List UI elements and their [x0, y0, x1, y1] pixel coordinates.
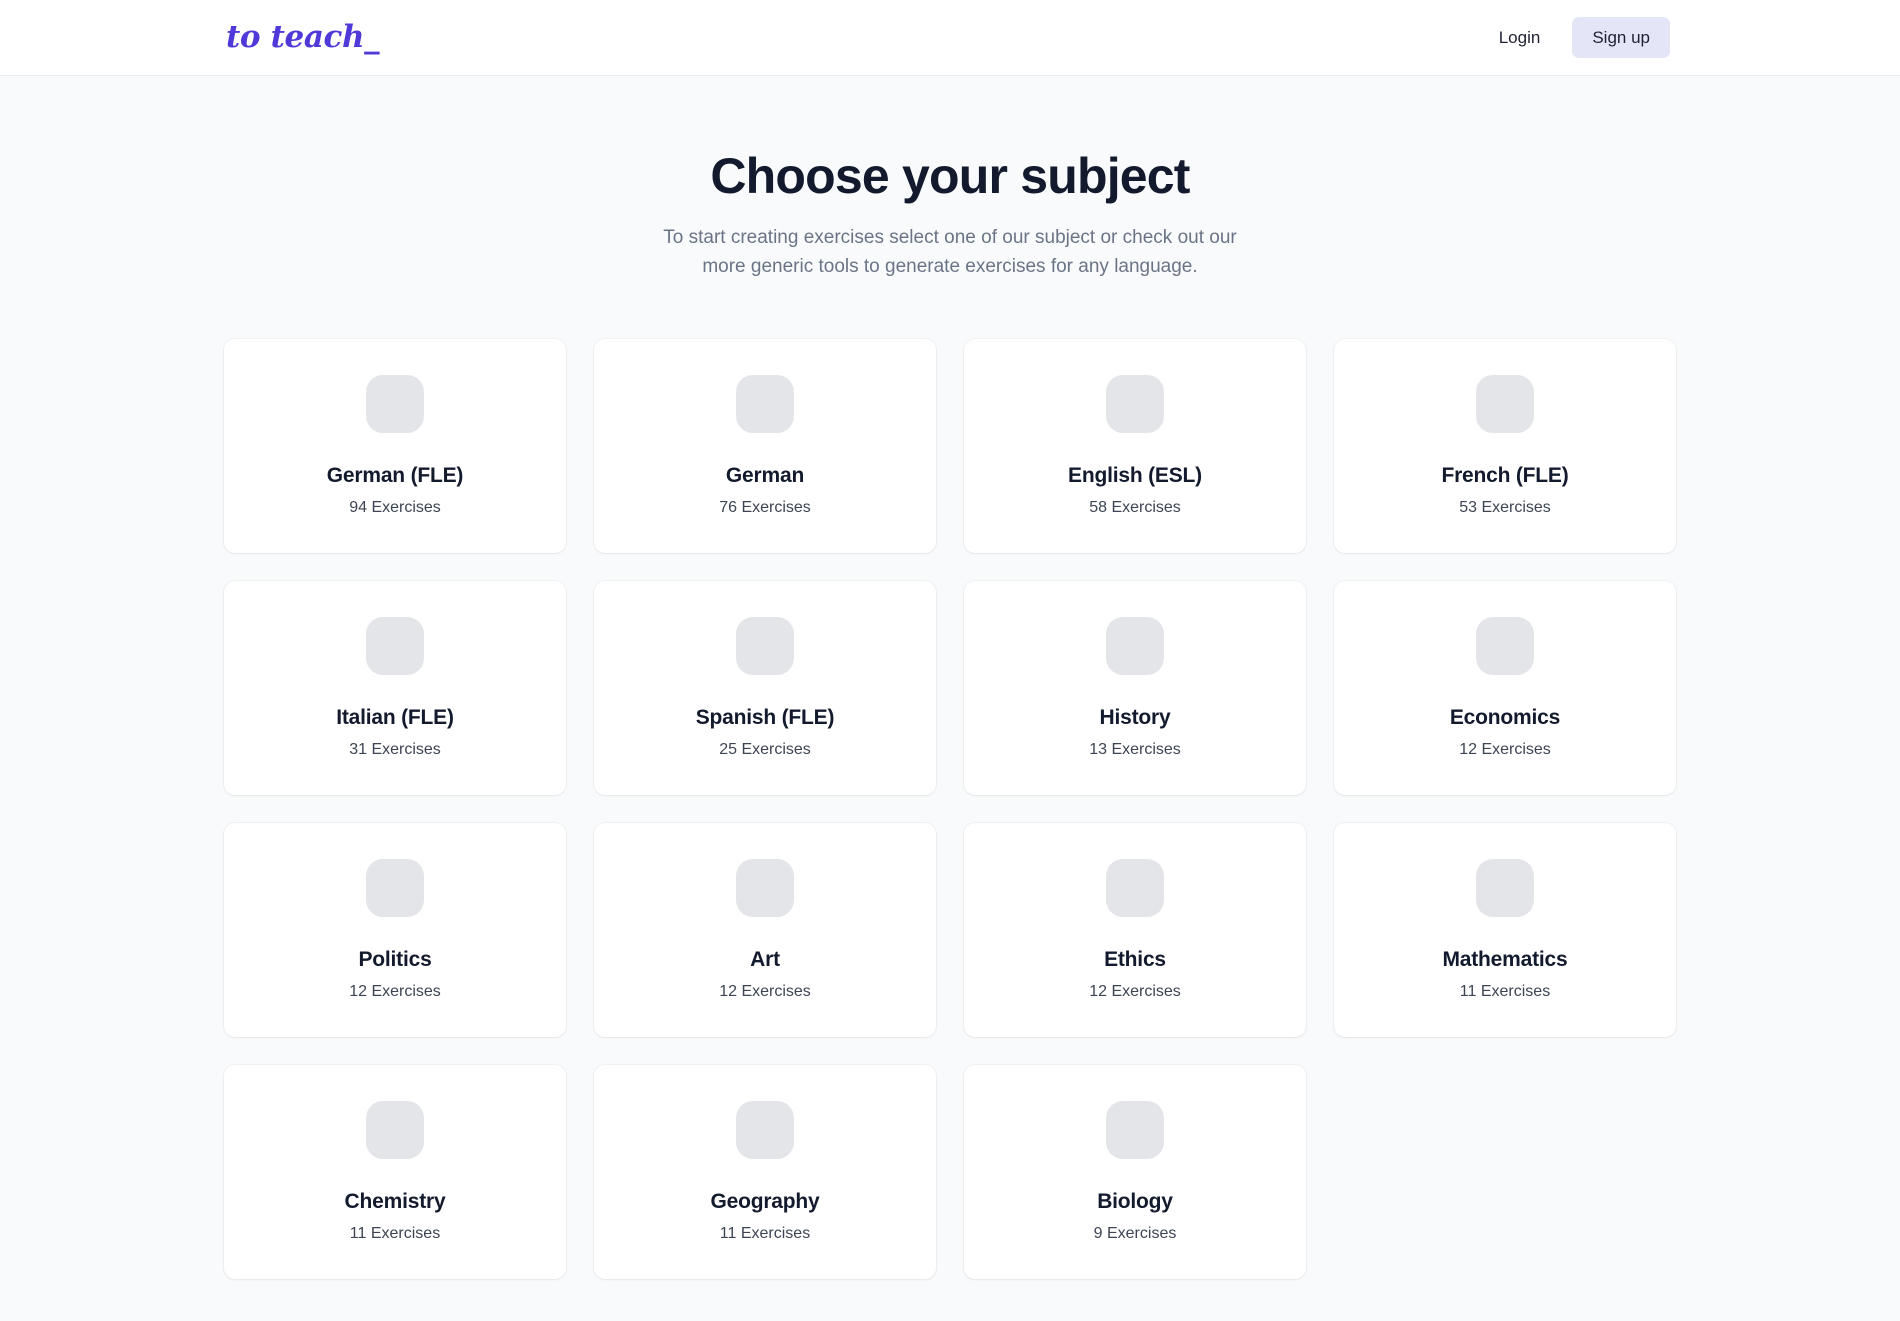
subject-card[interactable]: Art 12 Exercises [594, 823, 936, 1037]
subject-card[interactable]: German 76 Exercises [594, 339, 936, 553]
page-intro: Choose your subject To start creating ex… [0, 148, 1900, 281]
subject-card-exercise-count: 9 Exercises [1093, 1225, 1177, 1242]
subject-card[interactable]: Economics 12 Exercises [1334, 581, 1676, 795]
subject-card-title: Italian (FLE) [336, 705, 454, 729]
subject-card-exercise-count: 11 Exercises [1459, 983, 1551, 1000]
subject-card-exercise-count: 12 Exercises [1459, 741, 1551, 758]
subject-card[interactable]: Geography 11 Exercises [594, 1065, 936, 1279]
brand-logo[interactable]: to teach_ [226, 22, 380, 53]
subject-card-title: Art [750, 947, 780, 971]
subject-card[interactable]: French (FLE) 53 Exercises [1334, 339, 1676, 553]
subject-placeholder-icon [1476, 858, 1534, 917]
subject-card-title: Economics [1449, 705, 1561, 729]
subject-card-title: Spanish (FLE) [695, 705, 835, 729]
subject-card-title: German (FLE) [326, 463, 464, 487]
subject-card-exercise-count: 12 Exercises [719, 983, 811, 1000]
subject-card-exercise-count: 94 Exercises [349, 499, 441, 516]
subject-card-exercise-count: 76 Exercises [719, 499, 811, 516]
subject-card[interactable]: Biology 9 Exercises [964, 1065, 1306, 1279]
subject-grid: German (FLE) 94 Exercises German 76 Exercis… [224, 339, 1676, 1279]
subject-card-title: Chemistry [344, 1189, 446, 1213]
main-content: Choose your subject To start creating ex… [0, 76, 1900, 1279]
subject-placeholder-icon [736, 374, 794, 433]
subject-card[interactable]: English (ESL) 58 Exercises [964, 339, 1306, 553]
subject-card-exercise-count: 58 Exercises [1089, 499, 1181, 516]
subject-placeholder-icon [366, 616, 424, 675]
subject-card-title: English (ESL) [1068, 463, 1202, 487]
subject-card[interactable]: Chemistry 11 Exercises [224, 1065, 566, 1279]
subject-placeholder-icon [366, 1100, 424, 1159]
subject-card[interactable]: Ethics 12 Exercises [964, 823, 1306, 1037]
subject-placeholder-icon [736, 616, 794, 675]
subject-placeholder-icon [1106, 858, 1164, 917]
subject-card[interactable]: History 13 Exercises [964, 581, 1306, 795]
subject-placeholder-icon [366, 858, 424, 917]
subject-card-exercise-count: 12 Exercises [349, 983, 441, 1000]
subject-card-exercise-count: 11 Exercises [349, 1225, 441, 1242]
subject-card-exercise-count: 31 Exercises [349, 741, 441, 758]
subject-card[interactable]: Mathematics 11 Exercises [1334, 823, 1676, 1037]
subject-placeholder-icon [1106, 616, 1164, 675]
brand-logo-caret: _ [364, 19, 380, 55]
subject-card-exercise-count: 53 Exercises [1459, 499, 1551, 516]
subject-placeholder-icon [366, 374, 424, 433]
subject-card-title: Geography [710, 1189, 820, 1213]
subject-card-exercise-count: 12 Exercises [1089, 983, 1181, 1000]
subject-card-title: German [725, 463, 805, 487]
header-actions: Login Sign up [1481, 17, 1868, 58]
subject-card-title: Ethics [1104, 947, 1166, 971]
subject-placeholder-icon [1476, 616, 1534, 675]
subject-placeholder-icon [736, 858, 794, 917]
subject-card-title: History [1099, 705, 1171, 729]
page-subtitle: To start creating exercises select one o… [663, 227, 1237, 277]
subject-card-title: Politics [358, 947, 432, 971]
subject-placeholder-icon [736, 1100, 794, 1159]
subject-placeholder-icon [1476, 374, 1534, 433]
subject-card-title: Biology [1097, 1189, 1173, 1213]
subject-card[interactable]: Politics 12 Exercises [224, 823, 566, 1037]
brand-logo-text: to teach [226, 19, 365, 55]
subject-card-exercise-count: 13 Exercises [1089, 741, 1181, 758]
page-title: Choose your subject [710, 148, 1190, 204]
subject-card[interactable]: German (FLE) 94 Exercises [224, 339, 566, 553]
subject-card-exercise-count: 11 Exercises [719, 1225, 811, 1242]
subject-card[interactable]: Spanish (FLE) 25 Exercises [594, 581, 936, 795]
site-header: to teach_ Login Sign up [0, 0, 1900, 76]
subject-card-title: French (FLE) [1441, 463, 1569, 487]
login-button[interactable]: Login [1481, 19, 1559, 56]
signup-button[interactable]: Sign up [1572, 17, 1670, 58]
subject-card-title: Mathematics [1442, 947, 1568, 971]
subject-placeholder-icon [1106, 1100, 1164, 1159]
subject-card[interactable]: Italian (FLE) 31 Exercises [224, 581, 566, 795]
subject-card-exercise-count: 25 Exercises [719, 741, 811, 758]
subject-placeholder-icon [1106, 374, 1164, 433]
